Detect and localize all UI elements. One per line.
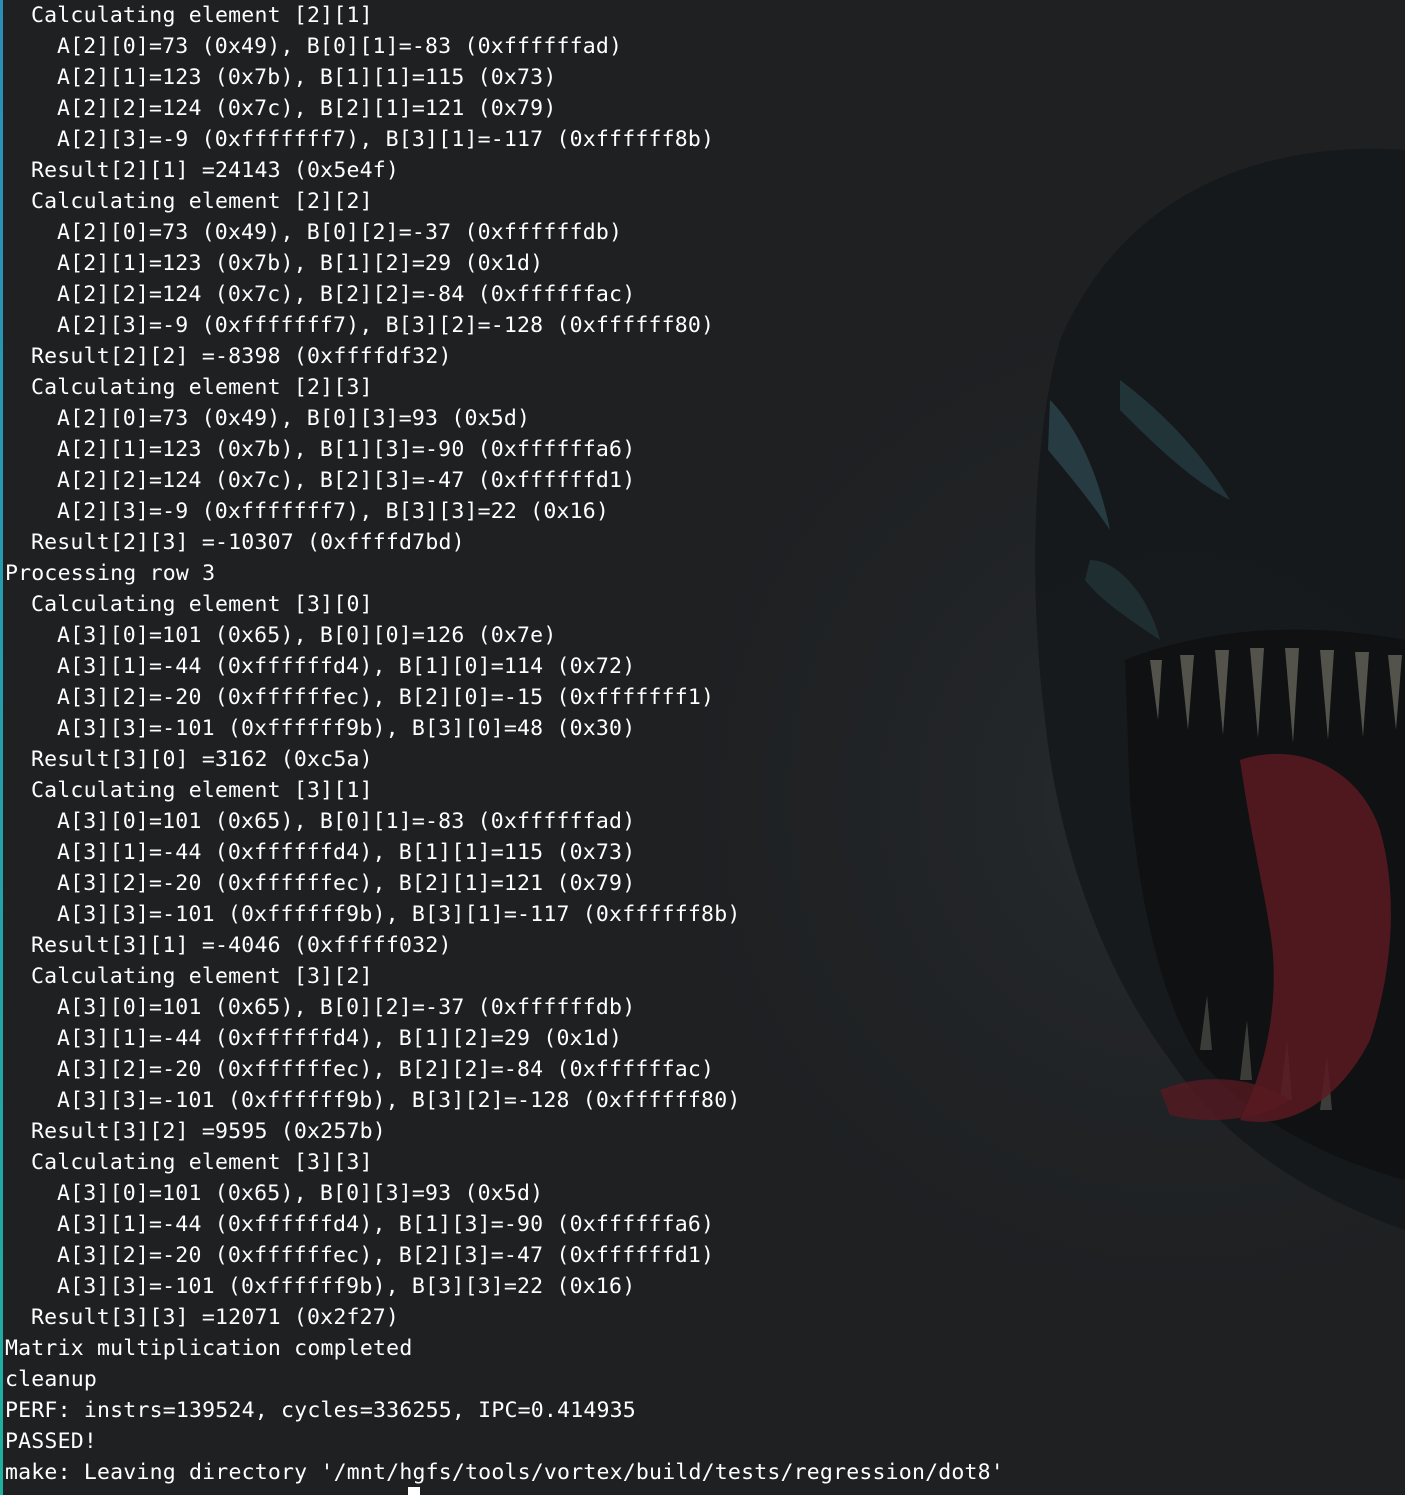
- terminal-line: make: Leaving directory '/mnt/hgfs/tools…: [5, 1460, 1004, 1485]
- terminal-line: A[3][3]=-101 (0xffffff9b), B[3][3]=22 (0…: [57, 1274, 636, 1299]
- terminal-line: A[2][2]=124 (0x7c), B[2][3]=-47 (0xfffff…: [57, 468, 636, 493]
- terminal-line: A[2][0]=73 (0x49), B[0][2]=-37 (0xffffff…: [57, 220, 623, 245]
- terminal-line: Result[3][1] =-4046 (0xfffff032): [31, 933, 452, 958]
- terminal-line: A[2][0]=73 (0x49), B[0][1]=-83 (0xffffff…: [57, 34, 623, 59]
- terminal-line: A[3][0]=101 (0x65), B[0][1]=-83 (0xfffff…: [57, 809, 636, 834]
- terminal-line: A[3][2]=-20 (0xffffffec), B[2][2]=-84 (0…: [57, 1057, 715, 1082]
- terminal-line: Calculating element [3][3]: [31, 1150, 373, 1175]
- terminal-line: A[3][3]=-101 (0xffffff9b), B[3][1]=-117 …: [57, 902, 741, 927]
- terminal-line: A[3][2]=-20 (0xffffffec), B[2][1]=121 (0…: [57, 871, 636, 896]
- terminal-output[interactable]: Calculating element [2][1] A[2][0]=73 (0x…: [5, 0, 1004, 1488]
- terminal-line: cleanup: [5, 1367, 98, 1392]
- terminal-line: PASSED!: [5, 1429, 98, 1454]
- terminal-line: A[3][2]=-20 (0xffffffec), B[2][0]=-15 (0…: [57, 685, 715, 710]
- terminal-line: Result[3][0] =3162 (0xc5a): [31, 747, 373, 772]
- terminal-line: A[3][1]=-44 (0xffffffd4), B[1][2]=29 (0x…: [57, 1026, 623, 1051]
- window-edge-accent: [0, 0, 3, 1495]
- terminal-line: Result[3][2] =9595 (0x257b): [31, 1119, 386, 1144]
- terminal-line: Matrix multiplication completed: [5, 1336, 413, 1361]
- terminal-line: Calculating element [3][1]: [31, 778, 373, 803]
- terminal-line: Result[2][3] =-10307 (0xffffd7bd): [31, 530, 465, 555]
- terminal-line: A[2][1]=123 (0x7b), B[1][2]=29 (0x1d): [57, 251, 544, 276]
- terminal-line: A[2][3]=-9 (0xfffffff7), B[3][2]=-128 (0…: [57, 313, 715, 338]
- terminal-line: A[2][1]=123 (0x7b), B[1][3]=-90 (0xfffff…: [57, 437, 636, 462]
- terminal-line: Result[2][2] =-8398 (0xffffdf32): [31, 344, 452, 369]
- terminal-line: Calculating element [3][0]: [31, 592, 373, 617]
- terminal-line: A[3][1]=-44 (0xffffffd4), B[1][1]=115 (0…: [57, 840, 636, 865]
- text-cursor: [408, 1487, 420, 1495]
- terminal-line: A[2][3]=-9 (0xfffffff7), B[3][1]=-117 (0…: [57, 127, 715, 152]
- terminal-line: A[3][1]=-44 (0xffffffd4), B[1][0]=114 (0…: [57, 654, 636, 679]
- terminal-line: A[3][3]=-101 (0xffffff9b), B[3][2]=-128 …: [57, 1088, 741, 1113]
- terminal-line: A[3][0]=101 (0x65), B[0][3]=93 (0x5d): [57, 1181, 544, 1206]
- terminal-line: A[3][0]=101 (0x65), B[0][0]=126 (0x7e): [57, 623, 557, 648]
- terminal-line: A[3][0]=101 (0x65), B[0][2]=-37 (0xfffff…: [57, 995, 636, 1020]
- terminal-line: A[2][1]=123 (0x7b), B[1][1]=115 (0x73): [57, 65, 557, 90]
- terminal-line: A[2][2]=124 (0x7c), B[2][1]=121 (0x79): [57, 96, 557, 121]
- terminal-line: A[3][2]=-20 (0xffffffec), B[2][3]=-47 (0…: [57, 1243, 715, 1268]
- terminal-line: A[2][2]=124 (0x7c), B[2][2]=-84 (0xfffff…: [57, 282, 636, 307]
- terminal-line: PERF: instrs=139524, cycles=336255, IPC=…: [5, 1398, 636, 1423]
- terminal-line: Result[2][1] =24143 (0x5e4f): [31, 158, 400, 183]
- terminal-window[interactable]: Calculating element [2][1] A[2][0]=73 (0x…: [0, 0, 1405, 1495]
- terminal-line: Calculating element [2][1]: [31, 3, 373, 28]
- terminal-line: Calculating element [2][3]: [31, 375, 373, 400]
- terminal-line: A[3][3]=-101 (0xffffff9b), B[3][0]=48 (0…: [57, 716, 636, 741]
- terminal-line: A[2][3]=-9 (0xfffffff7), B[3][3]=22 (0x1…: [57, 499, 610, 524]
- terminal-line: Calculating element [3][2]: [31, 964, 373, 989]
- terminal-line: Result[3][3] =12071 (0x2f27): [31, 1305, 400, 1330]
- terminal-line: A[2][0]=73 (0x49), B[0][3]=93 (0x5d): [57, 406, 531, 431]
- terminal-line: Processing row 3: [5, 561, 216, 586]
- terminal-line: Calculating element [2][2]: [31, 189, 373, 214]
- terminal-line: A[3][1]=-44 (0xffffffd4), B[1][3]=-90 (0…: [57, 1212, 715, 1237]
